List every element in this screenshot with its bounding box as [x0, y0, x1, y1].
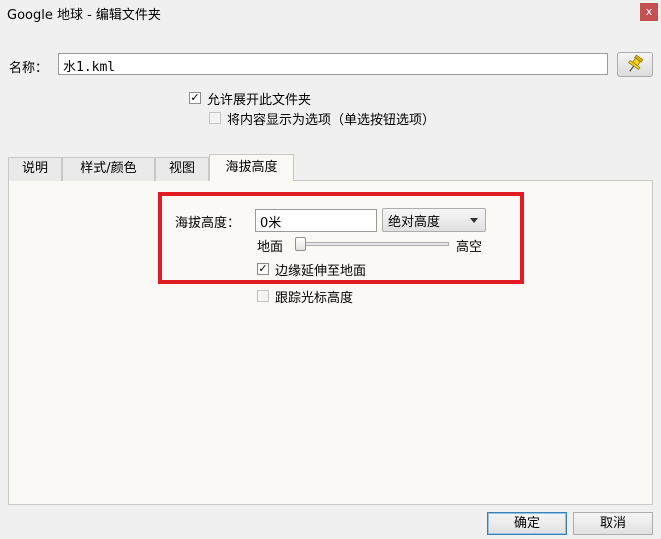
highlight-box: [158, 192, 524, 284]
tab-description[interactable]: 说明: [8, 157, 62, 181]
tab-view[interactable]: 视图: [155, 157, 209, 181]
name-input[interactable]: 水1.kml: [58, 53, 608, 75]
tab-style-color[interactable]: 样式/颜色: [62, 157, 155, 181]
name-label: 名称：: [9, 61, 49, 76]
show-as-options-checkbox[interactable]: [209, 112, 221, 124]
pushpin-button[interactable]: [617, 52, 653, 77]
track-cursor-checkbox[interactable]: [257, 290, 269, 302]
allow-expand-checkbox[interactable]: ✓: [189, 92, 201, 104]
ok-button[interactable]: 确定: [487, 512, 567, 535]
pushpin-icon: [628, 54, 644, 72]
track-cursor-label: 跟踪光标高度: [275, 291, 354, 306]
cancel-button[interactable]: 取消: [573, 512, 653, 535]
show-as-options-label: 将内容显示为选项（单选按钮选项）: [227, 113, 436, 128]
tab-altitude[interactable]: 海拔高度: [209, 154, 294, 181]
close-button[interactable]: x: [640, 3, 658, 21]
allow-expand-label: 允许展开此文件夹: [207, 93, 312, 108]
window-title: Google 地球 - 编辑文件夹: [7, 8, 161, 23]
